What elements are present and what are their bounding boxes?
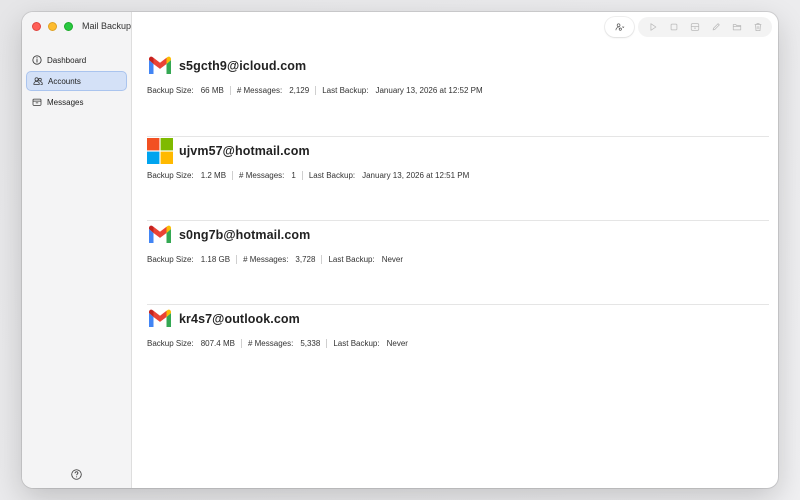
close-window-button[interactable] [32, 22, 41, 31]
backup-size-value: 807.4 MB [200, 339, 235, 348]
stop-backup-button[interactable] [665, 19, 682, 35]
divider [232, 171, 234, 180]
account-row[interactable]: ujvm57@hotmail.com Backup Size: 1.2 MB #… [147, 136, 769, 220]
account-stats: Backup Size: 66 MB # Messages: 2,129 Las… [147, 86, 769, 95]
action-group [638, 17, 772, 37]
account-row[interactable]: s0ng7b@hotmail.com Backup Size: 1.18 GB … [147, 220, 769, 304]
divider [326, 339, 328, 348]
gmail-logo-icon [149, 56, 171, 74]
pencil-icon [712, 23, 720, 31]
last-backup-label: Last Backup: [322, 86, 369, 95]
account-email: s5gcth9@icloud.com [179, 59, 307, 73]
window-controls [32, 22, 73, 31]
divider [321, 255, 323, 264]
question-circle-icon[interactable] [71, 469, 82, 480]
divider [236, 255, 238, 264]
add-account-icon [615, 23, 624, 31]
messages-value: 5,338 [300, 339, 321, 348]
backup-size-label: Backup Size: [147, 171, 194, 180]
account-row[interactable]: kr4s7@outlook.com Backup Size: 807.4 MB … [147, 304, 769, 388]
accounts-list: s5gcth9@icloud.com Backup Size: 66 MB # … [147, 52, 769, 488]
start-backup-button[interactable] [644, 19, 661, 35]
messages-label: # Messages: [239, 171, 285, 180]
account-stats: Backup Size: 1.18 GB # Messages: 3,728 L… [147, 255, 769, 264]
last-backup-value: Never [381, 255, 404, 264]
add-account-button[interactable] [611, 19, 628, 35]
backup-size-value: 1.2 MB [200, 171, 227, 180]
play-icon [650, 23, 656, 31]
sidebar-nav: Dashboard Accounts Messages [26, 50, 127, 113]
account-email: kr4s7@outlook.com [179, 312, 300, 326]
archive-box-icon [32, 98, 42, 106]
account-stats: Backup Size: 1.2 MB # Messages: 1 Last B… [147, 171, 769, 180]
last-backup-value: January 13, 2026 at 12:52 PM [375, 86, 483, 95]
last-backup-label: Last Backup: [328, 255, 375, 264]
backup-size-label: Backup Size: [147, 255, 194, 264]
backup-size-label: Backup Size: [147, 339, 194, 348]
sidebar-item-label: Accounts [48, 76, 81, 86]
last-backup-label: Last Backup: [333, 339, 380, 348]
divider [229, 86, 231, 95]
edit-button[interactable] [707, 19, 724, 35]
gmail-logo-icon [149, 225, 171, 243]
account-stats: Backup Size: 807.4 MB # Messages: 5,338 … [147, 339, 769, 348]
open-folder-button[interactable] [728, 19, 745, 35]
backup-size-value: 66 MB [200, 86, 224, 95]
microsoft-logo-icon [147, 138, 173, 164]
sidebar-item-label: Dashboard [47, 55, 87, 65]
window-title: Mail Backup [82, 21, 132, 31]
sidebar-item-messages[interactable]: Messages [26, 92, 127, 112]
divider [315, 86, 317, 95]
people-icon [33, 77, 43, 85]
sidebar-item-dashboard[interactable]: Dashboard [26, 50, 127, 70]
messages-value: 1 [291, 171, 296, 180]
archive-button[interactable] [686, 19, 703, 35]
account-email: s0ng7b@hotmail.com [179, 228, 311, 242]
folder-icon [732, 24, 741, 31]
messages-value: 2,129 [289, 86, 310, 95]
stop-icon [670, 23, 677, 31]
add-account-group [605, 17, 634, 37]
minimize-window-button[interactable] [48, 22, 57, 31]
sidebar: Dashboard Accounts Messages [22, 12, 132, 488]
zoom-window-button[interactable] [64, 22, 73, 31]
archive-icon [690, 23, 699, 31]
backup-size-value: 1.18 GB [200, 255, 231, 264]
messages-label: # Messages: [243, 255, 289, 264]
toolbar [601, 16, 772, 38]
gmail-logo-icon [149, 309, 171, 327]
last-backup-value: Never [386, 339, 408, 348]
messages-label: # Messages: [247, 339, 294, 348]
messages-value: 3,728 [295, 255, 316, 264]
divider [301, 171, 303, 180]
last-backup-value: January 13, 2026 at 12:51 PM [362, 171, 470, 180]
last-backup-label: Last Backup: [308, 171, 356, 180]
account-email: ujvm57@hotmail.com [179, 144, 310, 158]
delete-button[interactable] [749, 19, 766, 35]
account-row[interactable]: s5gcth9@icloud.com Backup Size: 66 MB # … [147, 52, 769, 136]
sidebar-item-accounts[interactable]: Accounts [26, 71, 127, 91]
app-window: Dashboard Accounts Messages Mail Backup … [22, 12, 778, 488]
divider [240, 339, 242, 348]
backup-size-label: Backup Size: [147, 86, 194, 95]
info-circle-icon [32, 55, 42, 65]
messages-label: # Messages: [236, 86, 283, 95]
trash-icon [754, 23, 761, 31]
sidebar-item-label: Messages [47, 97, 84, 107]
